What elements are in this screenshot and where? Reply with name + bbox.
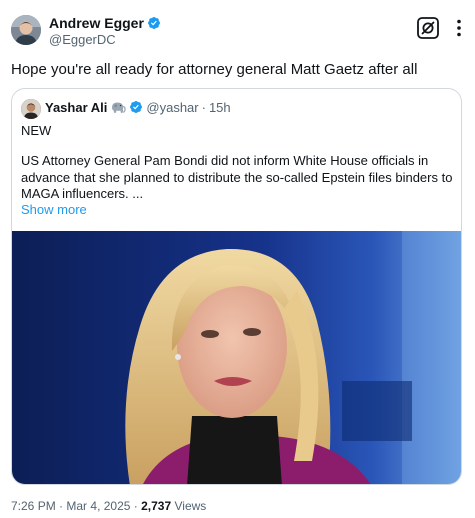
verified-badge-icon bbox=[130, 101, 143, 113]
grok-button[interactable] bbox=[416, 16, 440, 40]
quote-separator: · bbox=[201, 100, 206, 115]
grok-icon bbox=[417, 17, 439, 39]
verified-badge-icon bbox=[147, 17, 160, 29]
tweet-meta: 7:26 PM · Mar 4, 2025 · 2,737 Views bbox=[11, 498, 206, 514]
quote-label: NEW bbox=[21, 123, 52, 138]
more-options-icon bbox=[457, 19, 461, 37]
tweet-text: Hope you're all ready for attorney gener… bbox=[11, 61, 418, 78]
quote-author-avatar[interactable] bbox=[21, 99, 41, 119]
show-more-link[interactable]: Show more bbox=[21, 202, 87, 218]
views-label: Views bbox=[174, 499, 207, 513]
author-name-text[interactable]: Andrew Egger bbox=[49, 15, 144, 31]
views-count: 2,737 bbox=[141, 499, 172, 513]
meta-separator-2: · bbox=[133, 499, 138, 513]
quote-media-image[interactable] bbox=[12, 231, 461, 484]
author-handle[interactable]: @EggerDC bbox=[49, 32, 116, 48]
more-options-button[interactable] bbox=[449, 16, 469, 40]
elephant-emoji-icon bbox=[112, 102, 127, 113]
quote-author-handle[interactable]: @yashar bbox=[146, 100, 198, 115]
quote-author-name[interactable]: Yashar Ali bbox=[45, 100, 107, 115]
tweet-date[interactable]: Mar 4, 2025 bbox=[66, 499, 130, 513]
tweet-time[interactable]: 7:26 PM bbox=[11, 499, 56, 513]
author-display-name[interactable]: Andrew Egger bbox=[49, 14, 161, 32]
quote-header[interactable]: Yashar Ali @yashar · 15h bbox=[45, 100, 231, 116]
author-avatar[interactable] bbox=[11, 15, 41, 45]
meta-separator: · bbox=[59, 499, 64, 513]
quote-body-text: US Attorney General Pam Bondi did not in… bbox=[21, 153, 453, 201]
quote-timestamp[interactable]: 15h bbox=[209, 100, 231, 115]
quoted-tweet-card[interactable]: Yashar Ali @yashar · 15h NEW US Attorney Ge… bbox=[11, 88, 462, 485]
